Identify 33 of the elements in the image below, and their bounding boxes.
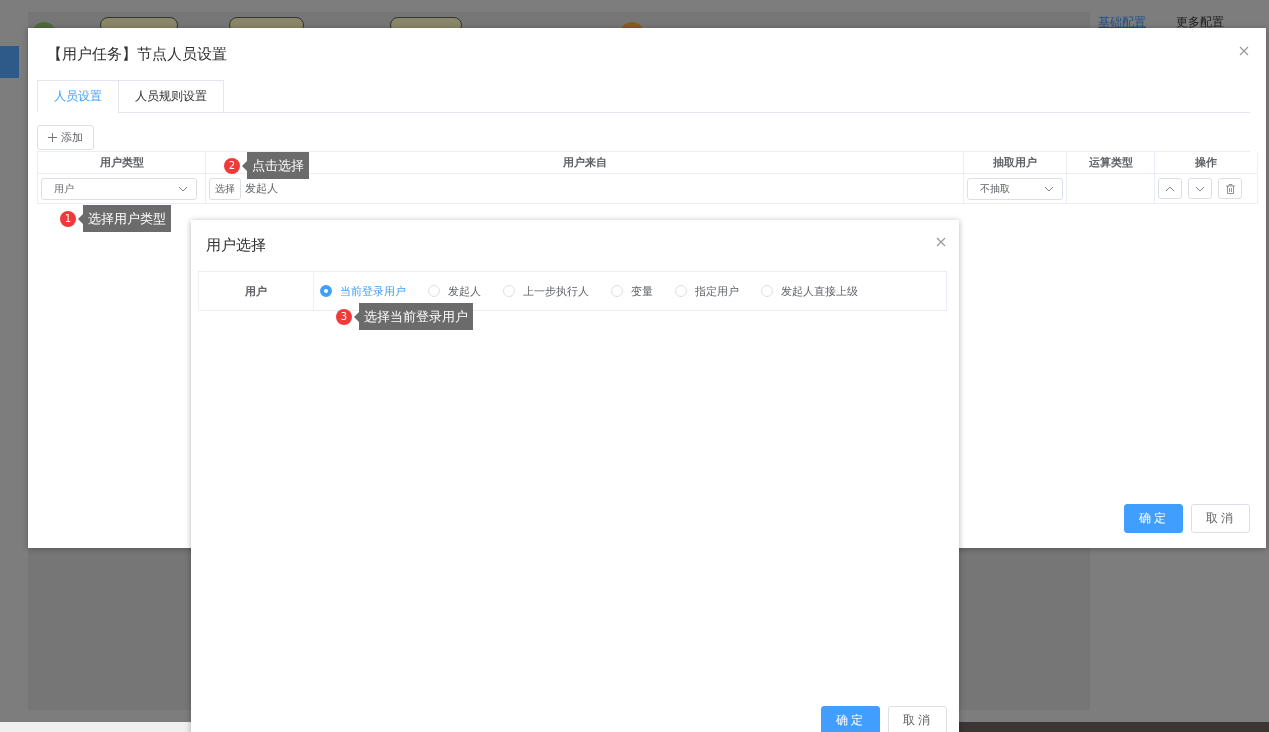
tooltip: 选择当前登录用户 xyxy=(354,303,473,330)
column-header: 操作 xyxy=(1155,152,1258,174)
select-button[interactable]: 选择 xyxy=(209,177,241,200)
radio-option[interactable]: 上一步执行人 xyxy=(503,283,589,299)
column-header: 抽取用户 xyxy=(964,152,1067,174)
field-label: 用户 xyxy=(199,272,314,310)
user-type-select[interactable]: 用户 xyxy=(41,177,197,200)
plus-icon xyxy=(48,133,57,142)
dialog-title: 用户选择 xyxy=(206,236,266,255)
config-tab[interactable]: 更多配置 xyxy=(1176,14,1224,31)
delete-button[interactable] xyxy=(1218,178,1242,199)
cancel-button[interactable]: 取消 xyxy=(1191,504,1250,533)
radio-option[interactable]: 发起人直接上级 xyxy=(761,283,858,299)
chevron-down-icon xyxy=(1195,185,1205,192)
radio-option[interactable]: 指定用户 xyxy=(675,283,739,299)
source-text: 发起人 xyxy=(245,181,278,196)
cancel-button[interactable]: 取消 xyxy=(888,706,947,732)
dialog-title: 【用户任务】节点人员设置 xyxy=(47,44,227,64)
chevron-down-icon xyxy=(178,185,188,192)
tooltip: 点击选择 xyxy=(242,152,309,179)
add-button[interactable]: 添加 xyxy=(37,125,94,150)
close-icon[interactable] xyxy=(936,237,946,247)
chevron-up-icon xyxy=(1165,185,1175,192)
tab[interactable]: 人员规则设置 xyxy=(118,80,224,113)
close-icon[interactable] xyxy=(1239,46,1249,56)
radio-option[interactable]: 变量 xyxy=(611,283,653,299)
column-header: 用户类型 xyxy=(38,152,206,174)
radio-option[interactable]: 发起人 xyxy=(428,283,481,299)
trash-icon xyxy=(1225,183,1235,194)
column-header: 运算类型 xyxy=(1067,152,1155,174)
tooltip: 选择用户类型 xyxy=(78,205,171,232)
chevron-down-icon xyxy=(1044,185,1054,192)
extract-select[interactable]: 不抽取 xyxy=(967,177,1063,200)
